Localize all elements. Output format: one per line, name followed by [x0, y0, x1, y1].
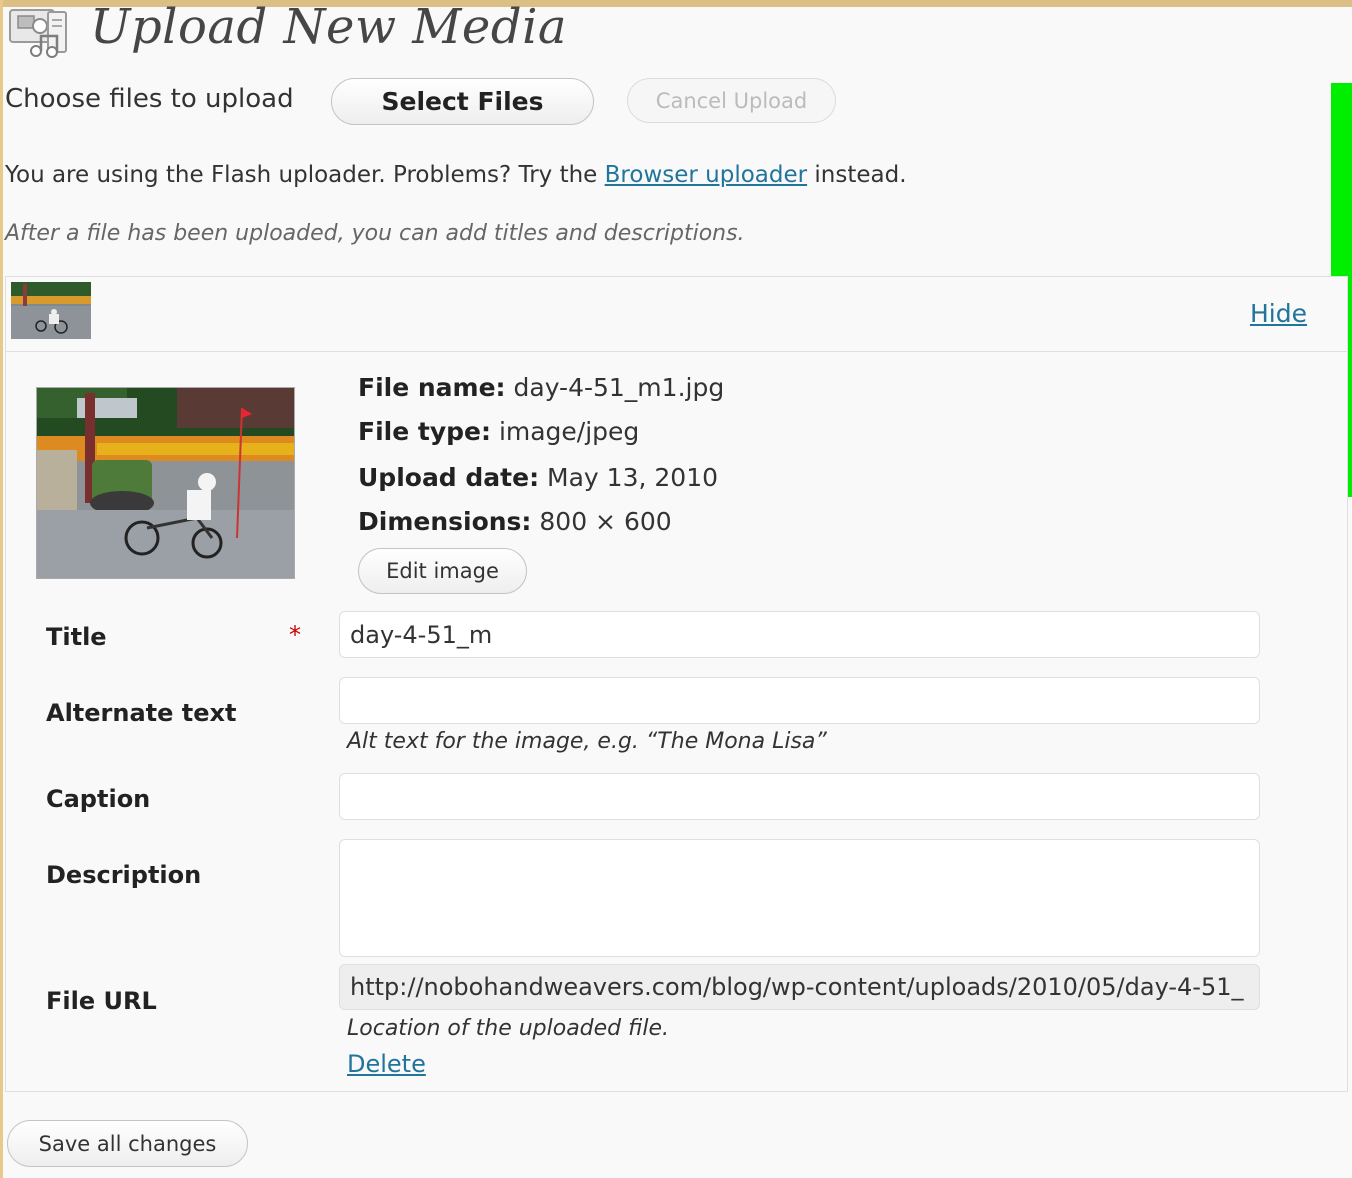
save-all-changes-button[interactable]: Save all changes	[7, 1120, 248, 1167]
cancel-upload-button[interactable]: Cancel Upload	[627, 78, 836, 123]
file-url-label: File URL	[46, 987, 157, 1015]
edit-image-button[interactable]: Edit image	[358, 548, 527, 594]
image-preview	[36, 387, 295, 579]
file-name-label: File name:	[358, 373, 506, 402]
title-input[interactable]: day-4-51_m	[339, 611, 1260, 658]
browser-uploader-link[interactable]: Browser uploader	[605, 162, 807, 188]
choose-files-label: Choose files to upload	[5, 84, 294, 114]
media-item-panel: Hide File name: day-4-51_m1.jpg File typ…	[5, 276, 1348, 1092]
dimensions-row: Dimensions: 800 × 600	[358, 507, 672, 536]
description-label: Description	[46, 861, 202, 889]
delete-link[interactable]: Delete	[347, 1050, 426, 1078]
alternate-text-help: Alt text for the image, e.g. “The Mona L…	[347, 729, 827, 754]
alternate-text-label: Alternate text	[46, 699, 237, 727]
flash-notice-text: You are using the Flash uploader. Proble…	[5, 162, 605, 188]
description-textarea[interactable]	[339, 839, 1260, 957]
upload-date-row: Upload date: May 13, 2010	[358, 463, 718, 492]
media-library-icon	[9, 9, 67, 58]
file-name-row: File name: day-4-51_m1.jpg	[358, 373, 724, 402]
file-type-value: image/jpeg	[498, 417, 640, 446]
dimensions-value: 800 × 600	[539, 507, 672, 536]
page-title: Upload New Media	[90, 0, 568, 55]
select-files-button[interactable]: Select Files	[331, 78, 594, 125]
upload-date-label: Upload date:	[358, 463, 540, 492]
flash-notice-text-end: instead.	[807, 162, 907, 188]
flash-uploader-notice: You are using the Flash uploader. Proble…	[5, 162, 907, 188]
file-url-field[interactable]: http://nobohandweavers.com/blog/wp-conte…	[339, 964, 1260, 1010]
file-url-help: Location of the uploaded file.	[347, 1016, 669, 1041]
alternate-text-input[interactable]	[339, 677, 1260, 724]
hide-link[interactable]: Hide	[1250, 299, 1307, 328]
upload-date-value: May 13, 2010	[547, 463, 719, 492]
after-upload-note: After a file has been uploaded, you can …	[5, 221, 745, 246]
left-border	[0, 0, 3, 1178]
caption-label: Caption	[46, 785, 151, 813]
title-label: Title	[46, 623, 107, 651]
required-star: *	[289, 621, 301, 649]
dimensions-label: Dimensions:	[358, 507, 532, 536]
file-type-row: File type: image/jpeg	[358, 417, 639, 446]
thumbnail-small-image	[11, 282, 91, 339]
file-type-label: File type:	[358, 417, 491, 446]
file-name-value: day-4-51_m1.jpg	[513, 373, 725, 402]
caption-input[interactable]	[339, 773, 1260, 820]
media-item-header: Hide	[6, 277, 1347, 352]
